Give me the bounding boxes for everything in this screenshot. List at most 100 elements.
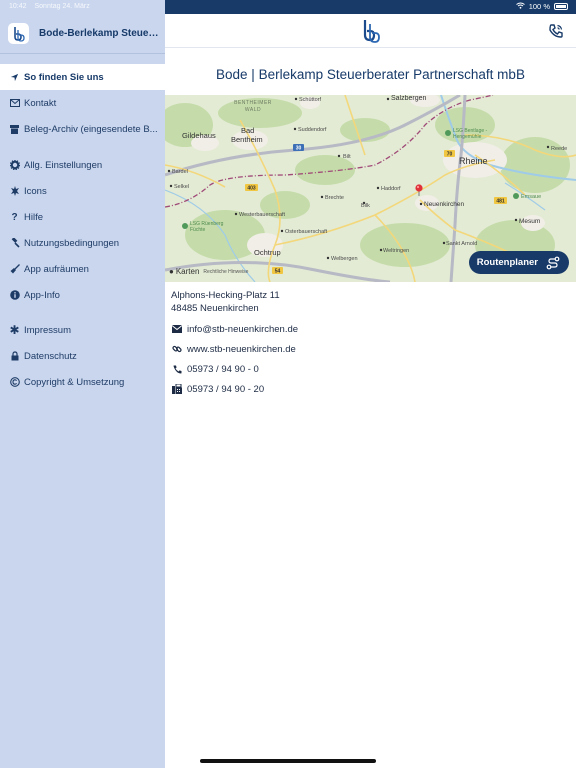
asterisk-icon: ✱	[9, 323, 20, 337]
status-time: 10:42	[9, 3, 27, 10]
map-attribution[interactable]: ● Karten Rechtliche Hinweise	[169, 267, 248, 276]
map-label-neuenkirchen: Neuenkirchen	[424, 201, 464, 208]
map-label-bad: Bad	[241, 126, 254, 135]
fax-icon	[171, 383, 183, 395]
sidebar-nav-legal: ✱ Impressum Datenschutz Copyright & Umse…	[0, 317, 165, 395]
map-legal-link[interactable]: Rechtliche Hinweise	[203, 269, 248, 275]
sidebar-item-label: Kontakt	[24, 97, 57, 109]
phone-row[interactable]: 05973 / 94 90 - 0	[171, 359, 571, 379]
sidebar-item-label: So finden Sie uns	[24, 71, 104, 83]
battery-percent: 100 %	[528, 2, 550, 11]
sidebar-app-title: Bode-Berlekamp Steuer...	[39, 28, 159, 39]
sidebar-item-app-info[interactable]: App-Info	[0, 282, 165, 308]
info-icon	[9, 290, 20, 301]
sidebar-item-hilfe[interactable]: ? Hilfe	[0, 204, 165, 230]
sidebar-item-allg-einstellungen[interactable]: Allg. Einstellungen	[0, 152, 165, 178]
map-label-ochtrup: Ochtrup	[254, 248, 281, 257]
gear-icon	[9, 160, 20, 171]
broom-icon	[9, 264, 20, 275]
app-logo-icon	[8, 23, 29, 44]
status-bar-right: 100 %	[515, 2, 568, 11]
map-view[interactable]: 30 403 481 54 70 Schüttorf Salzbergen BE…	[165, 95, 576, 282]
sidebar-item-kontakt[interactable]: Kontakt	[0, 90, 165, 116]
lock-icon	[9, 351, 20, 362]
map-label-welbergen: Welbergen	[331, 256, 358, 262]
map-label-emsaue: Emsaue	[521, 194, 541, 200]
map-label-rheine: Rheine	[459, 156, 488, 166]
map-label-mesum: Mesum	[519, 218, 540, 225]
map-label-bentheimer-wald-2: WALD	[245, 107, 261, 113]
map-label-selkel: Selkel	[174, 184, 189, 190]
sidebar-item-label: Icons	[24, 185, 47, 197]
map-label-lsg-bentlage-2: Hengemühle	[453, 134, 482, 140]
sidebar-item-label: App-Info	[24, 289, 60, 301]
copyright-icon	[9, 377, 20, 388]
map-label-haddorf: Haddorf	[381, 186, 401, 192]
sidebar-nav-primary: So finden Sie uns Kontakt Beleg-Archiv (…	[0, 64, 165, 142]
main-content: 100 % Bode | Berlekamp Steuerberater Par…	[165, 0, 576, 768]
map-label-bentheimer-wald-1: BENTHEIMER	[234, 100, 272, 106]
sidebar-item-datenschutz[interactable]: Datenschutz	[0, 343, 165, 369]
website-link[interactable]: www.stb-neuenkirchen.de	[187, 344, 296, 355]
map-label-westerbauerschaft: Westerbauerschaft	[239, 212, 286, 218]
sidebar-item-beleg-archiv[interactable]: Beleg-Archiv (eingesendete B...	[0, 116, 165, 142]
address-city: 48485 Neuenkirchen	[171, 303, 259, 314]
phone-icon	[171, 363, 183, 375]
link-icon	[171, 343, 183, 355]
route-planner-button[interactable]: Routenplaner	[468, 251, 569, 274]
sidebar-item-icons[interactable]: Icons	[0, 178, 165, 204]
sidebar-item-so-finden-sie-uns[interactable]: So finden Sie uns	[0, 64, 165, 90]
map-label-bentheim: Bentheim	[231, 135, 263, 144]
sidebar-item-label: Allg. Einstellungen	[24, 159, 103, 171]
sidebar-item-impressum[interactable]: ✱ Impressum	[0, 317, 165, 343]
map-label-schuettorf: Schüttorf	[299, 97, 321, 103]
contact-details: Alphons-Hecking-Platz 11 48485 Neuenkirc…	[171, 289, 571, 399]
status-bar-left: 10:42 Sonntag 24. März	[9, 3, 96, 10]
website-row[interactable]: www.stb-neuenkirchen.de	[171, 339, 571, 359]
archive-box-icon	[9, 124, 20, 135]
star-burst-icon	[9, 186, 20, 197]
fax-row[interactable]: 05973 / 94 90 - 20	[171, 379, 571, 399]
sidebar-item-label: Hilfe	[24, 211, 44, 223]
fax-number[interactable]: 05973 / 94 90 - 20	[187, 384, 264, 395]
location-arrow-icon	[9, 72, 20, 83]
map-attribution-label: Karten	[175, 267, 200, 276]
map-label-sankt-arnold: Sankt Arnold	[446, 241, 477, 247]
map-label-osterbauerschaft: Osterbauerschaft	[285, 229, 328, 235]
sidebar: 10:42 Sonntag 24. März Bode-Berlekamp St…	[0, 0, 165, 768]
address-street: Alphons-Hecking-Platz 11	[171, 290, 280, 301]
sidebar-item-nutzungsbedingungen[interactable]: Nutzungsbedingungen	[0, 230, 165, 256]
map-label-reede: Reede	[551, 146, 567, 152]
road-label-403: 403	[247, 185, 256, 191]
email-link[interactable]: info@stb-neuenkirchen.de	[187, 324, 298, 335]
map-label-bilk: Bilk	[361, 203, 370, 209]
battery-icon	[554, 3, 568, 10]
road-label-70: 70	[447, 151, 453, 157]
status-date: Sonntag 24. März	[34, 3, 90, 10]
sidebar-item-label: Beleg-Archiv (eingesendete B...	[24, 123, 158, 135]
top-bar	[165, 14, 576, 48]
phone-number[interactable]: 05973 / 94 90 - 0	[187, 364, 259, 375]
wifi-icon	[515, 2, 525, 11]
sidebar-item-label: Datenschutz	[24, 350, 77, 362]
sidebar-item-label: App aufräumen	[24, 263, 89, 275]
phone-call-icon[interactable]	[548, 23, 564, 39]
road-label-30: 30	[296, 145, 302, 151]
sidebar-item-app-aufraeumen[interactable]: App aufräumen	[0, 256, 165, 282]
map-label-salzbergen: Salzbergen	[391, 95, 427, 102]
question-icon: ?	[11, 211, 18, 223]
map-label-gildehaus: Gildehaus	[182, 131, 216, 140]
map-label-bilt: Bilt	[343, 154, 351, 160]
sidebar-header: Bode-Berlekamp Steuer...	[0, 14, 165, 54]
map-label-lsg-ruenberg-2: Füchte	[190, 227, 206, 233]
sidebar-nav-settings: Allg. Einstellungen Icons ? Hilfe Nutzun…	[0, 152, 165, 308]
road-label-54: 54	[275, 268, 281, 274]
sidebar-item-copyright[interactable]: Copyright & Umsetzung	[0, 369, 165, 395]
map-label-weltringen: Weltringen	[383, 248, 409, 254]
sidebar-item-label: Copyright & Umsetzung	[24, 376, 125, 388]
map-label-brechte: Brechte	[325, 195, 344, 201]
road-label-481: 481	[496, 198, 505, 204]
email-row[interactable]: info@stb-neuenkirchen.de	[171, 319, 571, 339]
sidebar-item-label: Impressum	[24, 324, 71, 336]
home-indicator[interactable]	[200, 759, 376, 763]
